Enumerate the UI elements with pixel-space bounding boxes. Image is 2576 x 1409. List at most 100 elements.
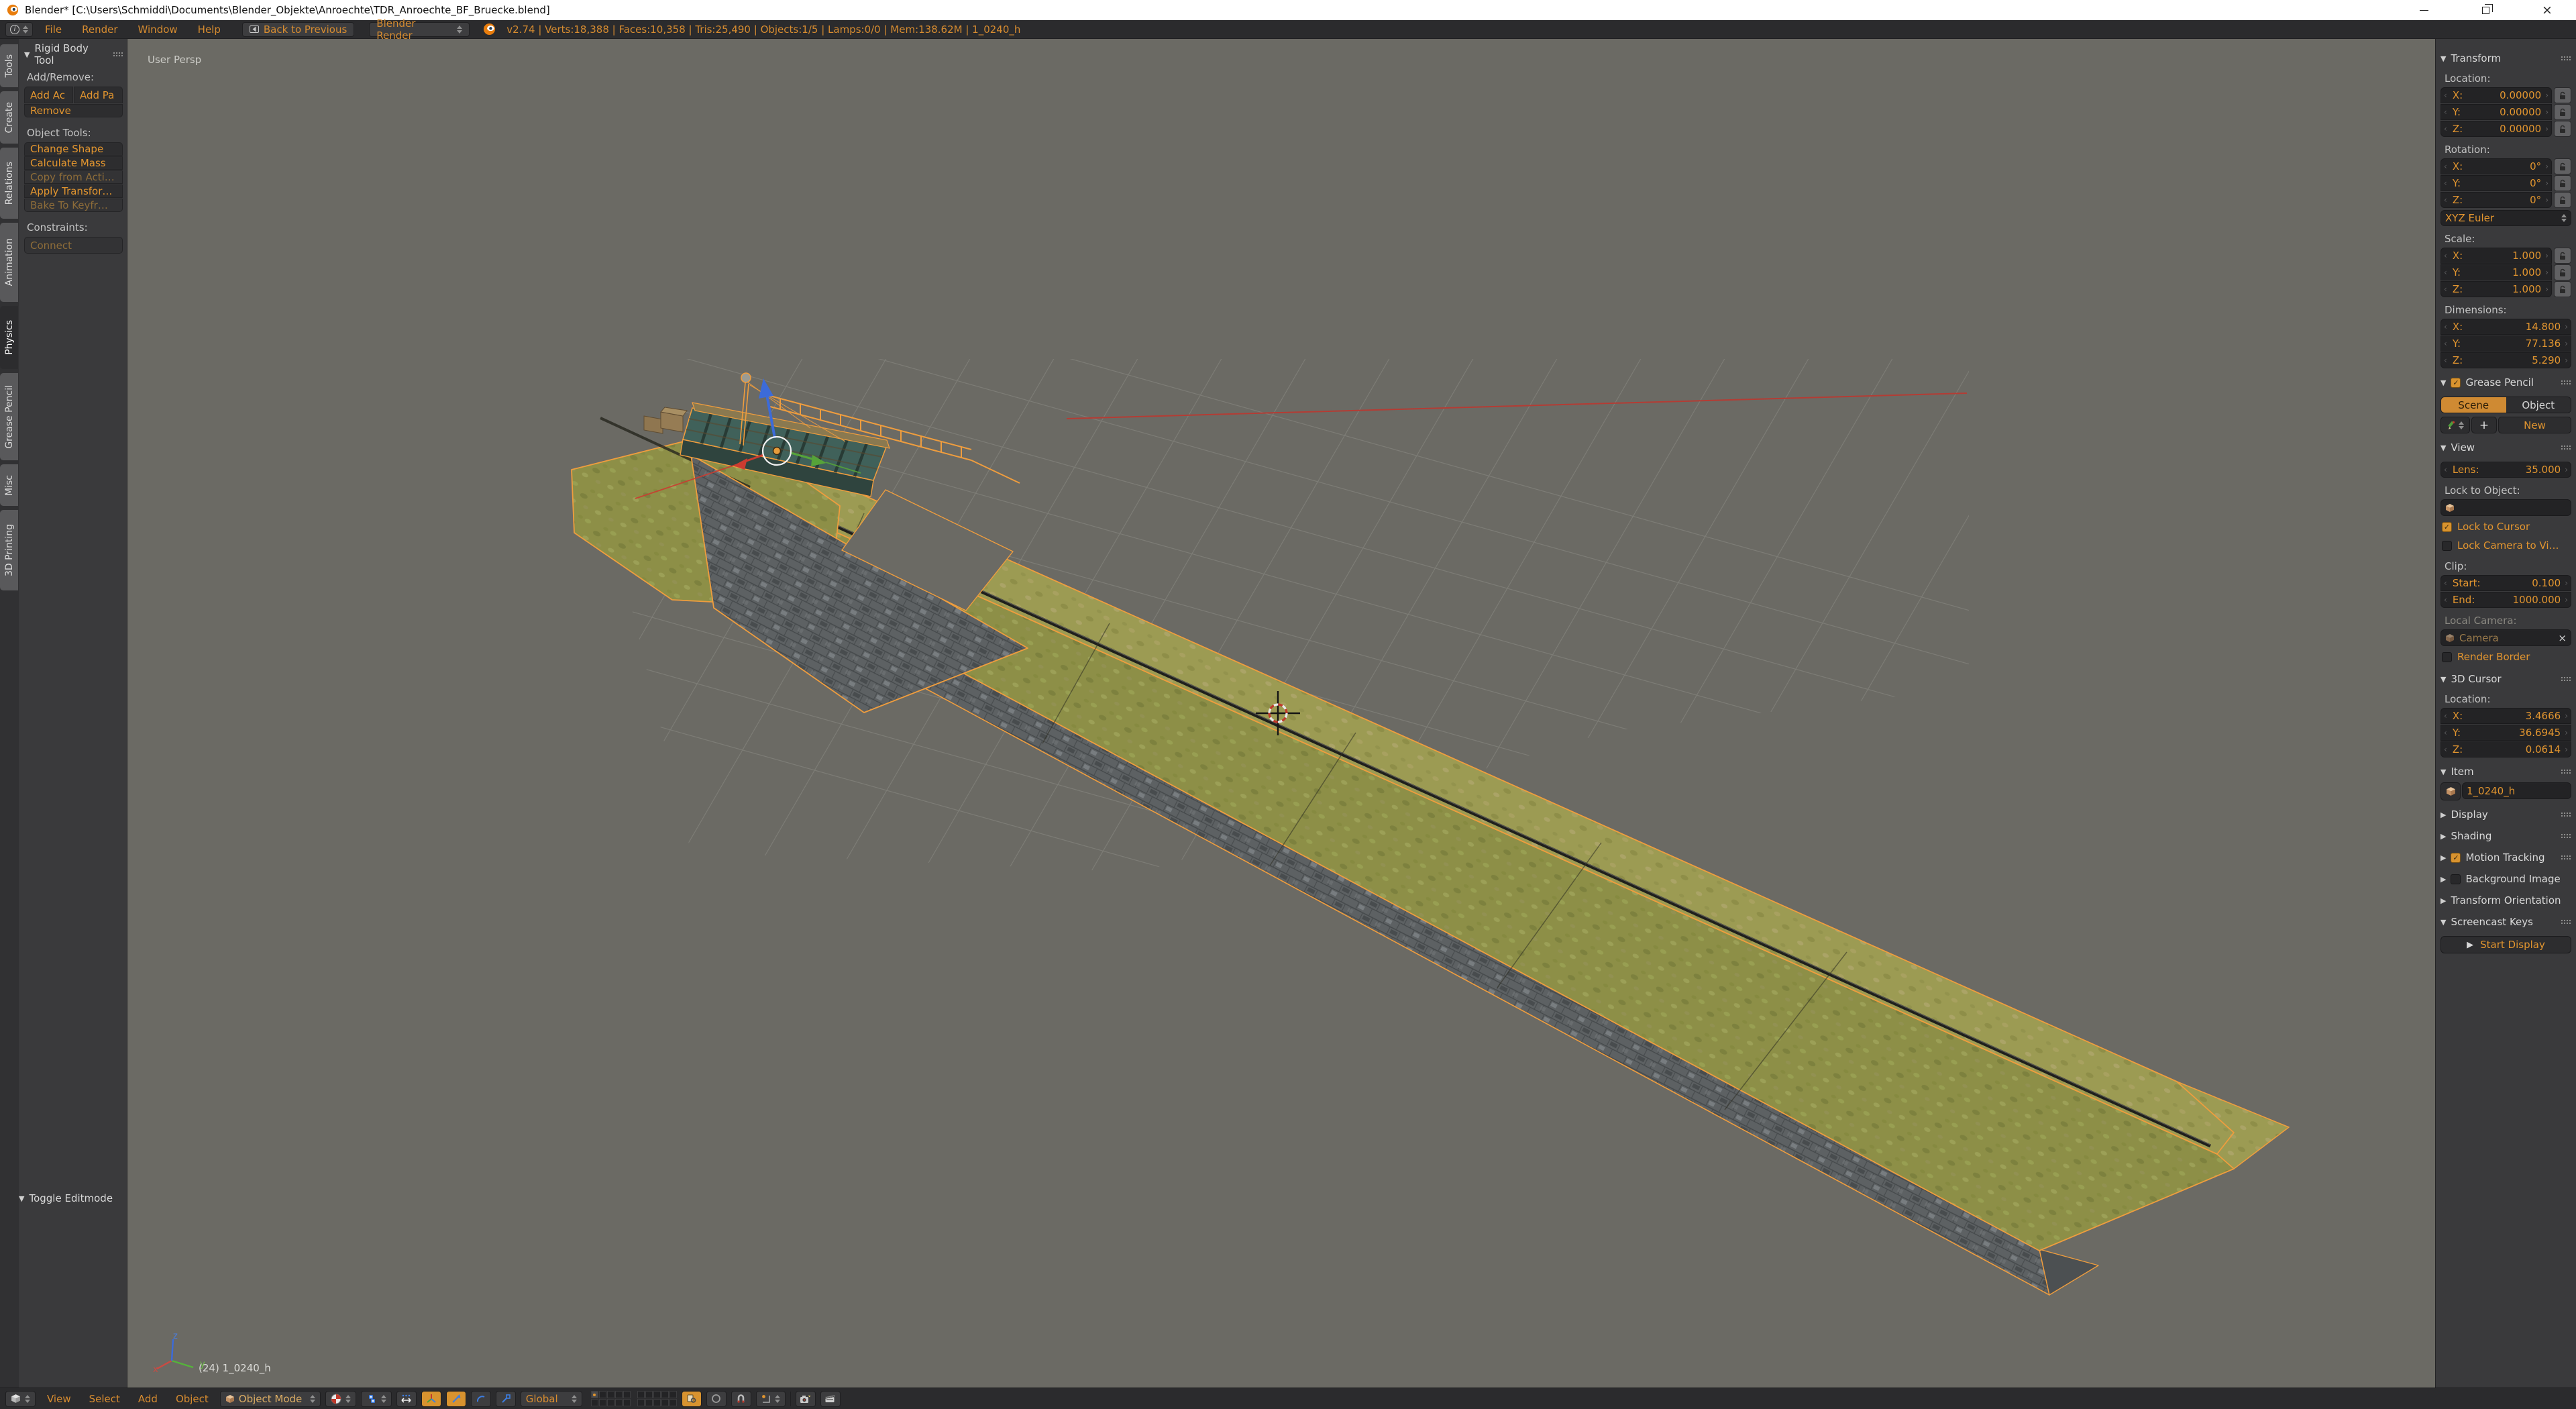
viewport-canvas[interactable] <box>127 39 2435 1388</box>
background-image-panel-header[interactable]: ▶ Background Image <box>2440 872 2571 886</box>
add-active-button[interactable]: Add Ac <box>24 87 73 103</box>
tab-3d-printing[interactable]: 3D Printing <box>0 510 18 590</box>
viewport-3d[interactable]: User Persp x y z (24) 1_0240_h <box>127 39 2435 1388</box>
layer-cell[interactable] <box>669 1399 677 1406</box>
proportional-edit-button[interactable] <box>706 1391 727 1407</box>
restore-button[interactable] <box>2475 3 2496 17</box>
layer-cell[interactable] <box>653 1399 661 1406</box>
layer-cell[interactable] <box>623 1399 631 1406</box>
lock-icon[interactable] <box>2554 264 2571 280</box>
lock-icon[interactable] <box>2554 248 2571 264</box>
lock-to-cursor-checkbox[interactable]: ✓ <box>2442 522 2452 532</box>
cursor-panel-header[interactable]: ▼ 3D Cursor <box>2440 672 2571 686</box>
add-passive-button[interactable]: Add Pa <box>74 87 123 103</box>
shading-panel-header[interactable]: ▶ Shading <box>2440 829 2571 843</box>
opengl-render-button[interactable] <box>796 1391 816 1407</box>
menu-help[interactable]: Help <box>190 22 229 37</box>
copy-from-active-button[interactable]: Copy from Acti… <box>24 170 123 184</box>
lock-camera-checkbox[interactable] <box>2442 541 2452 551</box>
layer-group-2[interactable] <box>637 1391 677 1406</box>
render-border-row[interactable]: Render Border <box>2442 649 2571 665</box>
dimensions-x-field[interactable]: ‹X:14.800› <box>2440 319 2571 335</box>
lock-icon[interactable] <box>2554 87 2571 103</box>
layer-cell[interactable] <box>591 1399 598 1406</box>
lock-icon[interactable] <box>2554 104 2571 120</box>
gp-add-layer-button[interactable]: + <box>2471 417 2497 433</box>
menu-render[interactable]: Render <box>74 22 125 37</box>
gp-draw-tool-button[interactable] <box>2440 417 2470 433</box>
layer-cell[interactable] <box>607 1391 614 1398</box>
lock-icon[interactable] <box>2554 121 2571 137</box>
gp-object-tab[interactable]: Object <box>2506 397 2571 413</box>
layer-cell[interactable] <box>591 1391 598 1398</box>
menu-window[interactable]: Window <box>130 22 186 37</box>
render-engine-dropdown[interactable]: Blender Render <box>369 22 470 37</box>
local-camera-field[interactable]: Camera × <box>2440 629 2571 646</box>
start-display-button[interactable]: ▶ Start Display <box>2440 936 2571 953</box>
orientation-dropdown[interactable]: Global <box>521 1391 582 1407</box>
layer-cell[interactable] <box>615 1391 623 1398</box>
screencast-keys-panel-header[interactable]: ▼ Screencast Keys <box>2440 915 2571 929</box>
manipulator-toggle-button[interactable] <box>421 1391 441 1407</box>
clear-camera-icon[interactable]: × <box>2558 632 2567 644</box>
layer-cell[interactable] <box>637 1391 645 1398</box>
layer-cell[interactable] <box>637 1399 645 1406</box>
tab-animation[interactable]: Animation <box>0 223 18 302</box>
view-panel-header[interactable]: ▼ View <box>2440 440 2571 455</box>
lock-to-object-field[interactable] <box>2440 499 2571 516</box>
translate-manipulator-button[interactable] <box>446 1391 466 1407</box>
lens-field[interactable]: ‹Lens: 35.000› <box>2440 462 2571 478</box>
manipulate-center-points-button[interactable] <box>396 1391 417 1407</box>
clip-start-field[interactable]: ‹Start:0.100› <box>2440 575 2571 591</box>
location-x-field[interactable]: ‹X:0.00000› <box>2440 87 2552 103</box>
rotation-mode-dropdown[interactable]: XYZ Euler <box>2440 210 2571 226</box>
lock-icon[interactable] <box>2554 158 2571 174</box>
layer-cell[interactable] <box>645 1391 653 1398</box>
background-image-checkbox[interactable] <box>2451 874 2461 884</box>
rotate-manipulator-button[interactable] <box>471 1391 491 1407</box>
gp-new-button[interactable]: New <box>2498 417 2571 433</box>
scale-z-field[interactable]: ‹Z:1.000› <box>2440 281 2552 297</box>
back-to-previous-button[interactable]: Back to Previous <box>242 22 354 37</box>
cursor-y-field[interactable]: ‹Y:36.6945› <box>2440 725 2571 741</box>
location-y-field[interactable]: ‹Y:0.00000› <box>2440 104 2552 120</box>
cursor-z-field[interactable]: ‹Z:0.0614› <box>2440 741 2571 758</box>
remove-button[interactable]: Remove <box>24 104 123 117</box>
menu-add[interactable]: Add <box>131 1393 164 1405</box>
transform-orientation-panel-header[interactable]: ▶ Transform Orientation <box>2440 893 2571 908</box>
tab-grease-pencil[interactable]: Grease Pencil <box>0 373 18 460</box>
tab-tools[interactable]: Tools <box>0 44 18 87</box>
viewport-shading-dropdown[interactable] <box>325 1391 356 1407</box>
motion-tracking-panel-header[interactable]: ▶ ✓ Motion Tracking <box>2440 850 2571 865</box>
cursor-x-field[interactable]: ‹X:3.4666› <box>2440 708 2571 724</box>
menu-select[interactable]: Select <box>83 1393 127 1405</box>
layer-cell[interactable] <box>661 1399 669 1406</box>
layer-cell[interactable] <box>669 1391 677 1398</box>
layer-cell[interactable] <box>607 1399 614 1406</box>
scale-y-field[interactable]: ‹Y:1.000› <box>2440 264 2552 280</box>
rigid-body-tools-panel-header[interactable]: ▼ Rigid Body Tool <box>24 47 123 62</box>
z-arrowhead[interactable] <box>759 378 773 399</box>
transform-panel-header[interactable]: ▼ Transform <box>2440 51 2571 66</box>
snap-toggle-button[interactable] <box>731 1391 751 1407</box>
menu-file[interactable]: File <box>37 22 70 37</box>
editor-type-selector[interactable]: i <box>5 22 33 37</box>
scale-x-field[interactable]: ‹X:1.000› <box>2440 248 2552 264</box>
connect-button[interactable]: Connect <box>24 237 123 254</box>
bake-to-keyframes-button[interactable]: Bake To Keyfr… <box>24 199 123 212</box>
calculate-mass-button[interactable]: Calculate Mass <box>24 156 123 170</box>
minimize-button[interactable] <box>2414 3 2434 17</box>
tab-create[interactable]: Create <box>0 91 18 144</box>
lock-icon[interactable] <box>2554 192 2571 208</box>
lock-icon[interactable] <box>2554 175 2571 191</box>
dimensions-y-field[interactable]: ‹Y:77.136› <box>2440 335 2571 352</box>
pivot-point-dropdown[interactable] <box>361 1391 392 1407</box>
rotation-z-field[interactable]: ‹Z:0°› <box>2440 192 2552 208</box>
display-panel-header[interactable]: ▶ Display <box>2440 807 2571 822</box>
change-shape-button[interactable]: Change Shape <box>24 142 123 156</box>
editor-type-selector[interactable] <box>5 1391 36 1407</box>
redo-panel-header[interactable]: ▼ Toggle Editmode <box>19 1191 141 1206</box>
apply-transform-button[interactable]: Apply Transfor… <box>24 185 123 198</box>
tab-misc[interactable]: Misc <box>0 464 18 506</box>
rotation-x-field[interactable]: ‹X:0°› <box>2440 158 2552 174</box>
